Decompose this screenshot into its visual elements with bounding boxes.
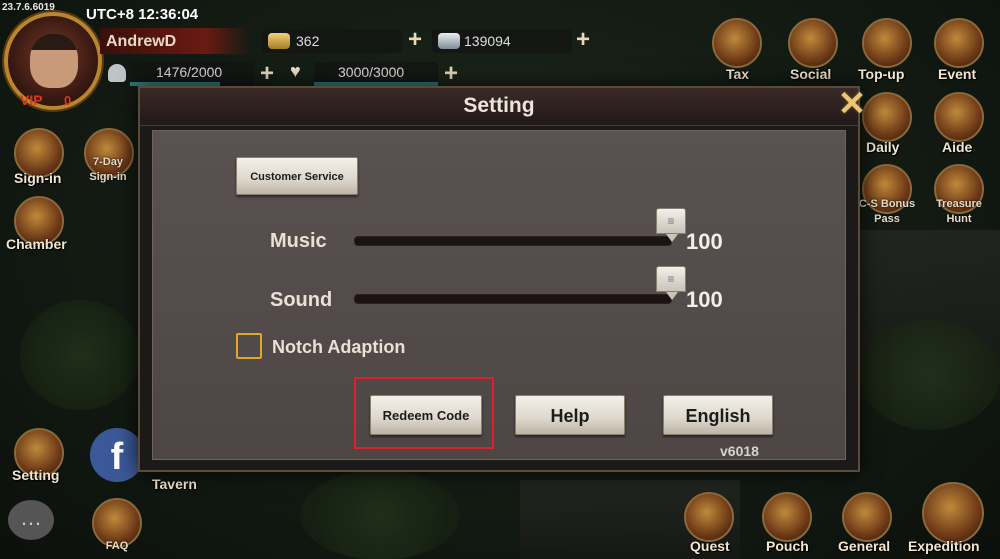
aide-label: Aide <box>942 139 973 155</box>
language-button[interactable]: English <box>663 395 773 435</box>
expedition-icon[interactable] <box>922 482 984 544</box>
gold-icon <box>268 33 290 49</box>
sound-value: 100 <box>686 287 723 312</box>
cs-bonus-label: C-S Bonus <box>858 198 916 210</box>
signin-label: Sign-in <box>14 170 62 186</box>
app-version: v6018 <box>720 443 759 459</box>
server-clock: UTC+8 12:36:04 <box>86 6 199 23</box>
notch-adaption-checkbox[interactable] <box>236 333 262 359</box>
avatar[interactable] <box>4 12 102 110</box>
music-value: 100 <box>686 229 723 254</box>
seven-day-label-2: Sign-in <box>89 171 127 183</box>
stamina-amount: 3000/3000 <box>338 64 405 80</box>
player-name: AndrewD <box>106 33 177 50</box>
pouch-icon[interactable] <box>762 492 812 542</box>
dialog-header: Setting <box>140 88 858 126</box>
sound-slider-handle[interactable]: ≡ <box>656 266 686 300</box>
customer-service-button[interactable]: Customer Service <box>236 157 358 195</box>
troops-amount: 1476/2000 <box>156 64 223 80</box>
cs-bonus-label-2: Pass <box>874 213 900 225</box>
faq-label: FAQ <box>105 540 129 552</box>
setting-label: Setting <box>12 467 60 483</box>
topup-icon[interactable] <box>862 18 912 68</box>
gold-amount: 362 <box>296 33 320 49</box>
helmet-icon <box>108 64 126 82</box>
pouch-label: Pouch <box>766 538 809 554</box>
add-troops-button[interactable]: + <box>256 62 278 86</box>
tax-label: Tax <box>726 66 750 82</box>
close-icon[interactable]: ✕ <box>834 86 870 122</box>
add-stamina-button[interactable]: + <box>440 62 462 86</box>
quest-icon[interactable] <box>684 492 734 542</box>
music-label: Music <box>270 230 327 252</box>
facebook-icon[interactable]: f <box>90 428 144 482</box>
heart-icon: ♥ <box>290 61 301 81</box>
quest-label: Quest <box>690 538 730 554</box>
avatar-portrait <box>30 34 78 88</box>
general-label: General <box>838 538 891 554</box>
chamber-label: Chamber <box>6 236 67 252</box>
vip-badge[interactable]: VIP <box>20 92 43 108</box>
music-slider-track[interactable] <box>354 236 672 246</box>
event-icon[interactable] <box>934 18 984 68</box>
event-label: Event <box>938 66 977 82</box>
notch-adaption-label: Notch Adaption <box>272 337 406 357</box>
sound-slider-track[interactable] <box>354 294 672 304</box>
general-icon[interactable] <box>842 492 892 542</box>
redeem-code-button[interactable]: Redeem Code <box>370 395 482 435</box>
topup-label: Top-up <box>858 66 905 82</box>
add-gold-button[interactable]: + <box>404 28 426 52</box>
add-silver-button[interactable]: + <box>572 28 594 52</box>
aide-icon[interactable] <box>934 92 984 142</box>
treasure-label: Treasure <box>936 198 982 210</box>
tax-icon[interactable] <box>712 18 762 68</box>
daily-label: Daily <box>866 139 900 155</box>
treasure-label-2: Hunt <box>946 213 972 225</box>
seven-day-label: 7-Day <box>93 156 123 168</box>
social-label: Social <box>790 66 832 82</box>
music-slider-handle[interactable]: ≡ <box>656 208 686 242</box>
chat-icon[interactable]: … <box>8 500 54 540</box>
silver-amount: 139094 <box>464 33 511 49</box>
vip-level: 0 <box>64 93 72 108</box>
sound-label: Sound <box>270 289 333 311</box>
dialog-title: Setting <box>463 94 535 117</box>
tavern-label: Tavern <box>152 476 197 492</box>
help-button[interactable]: Help <box>515 395 625 435</box>
expedition-label: Expedition <box>908 538 980 554</box>
social-icon[interactable] <box>788 18 838 68</box>
silver-icon <box>438 33 460 49</box>
